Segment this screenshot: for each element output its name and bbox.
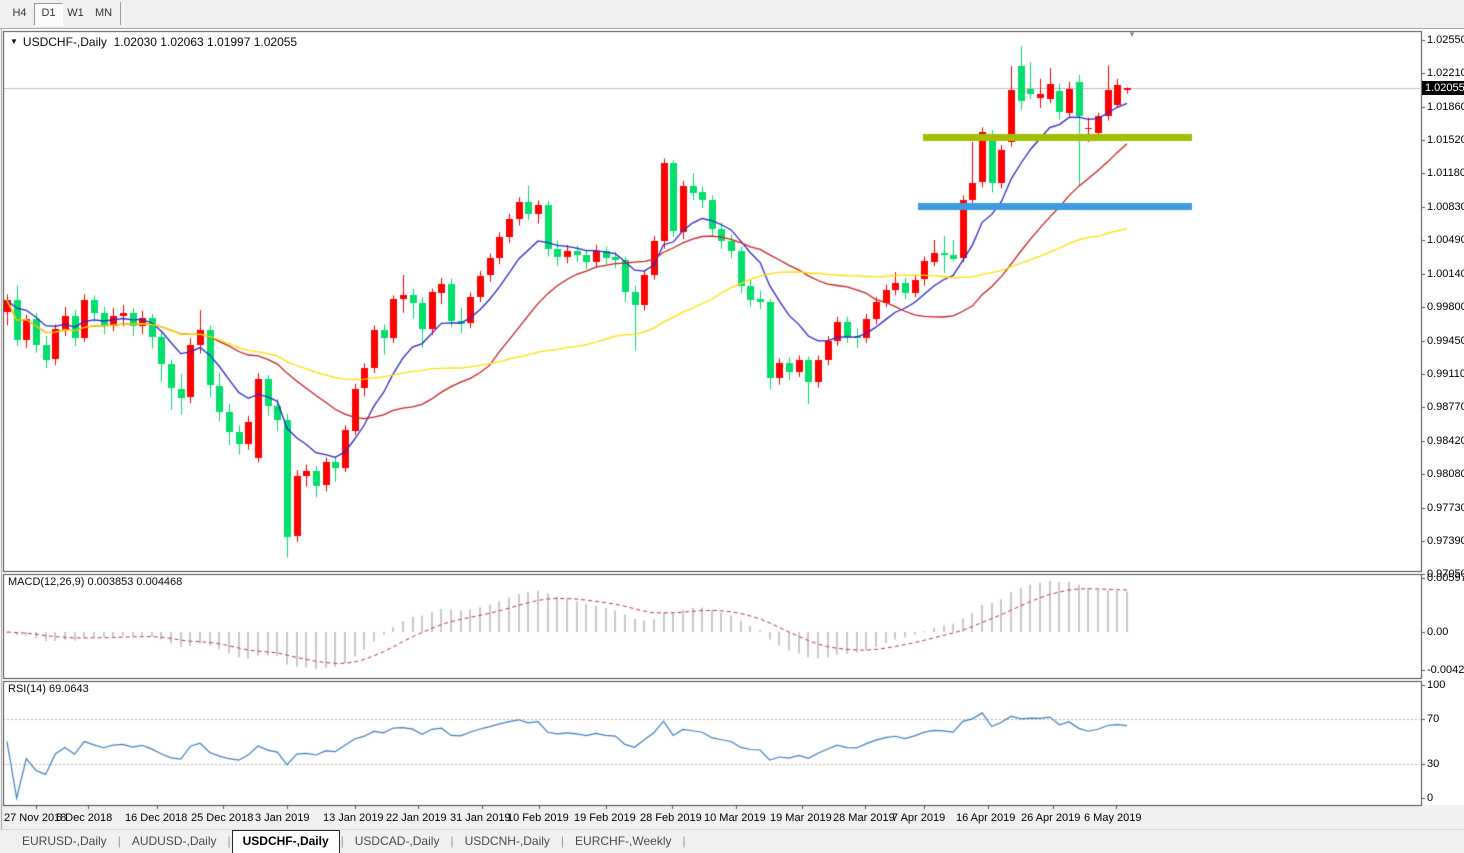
chart-header[interactable]: ▼ USDCHF-,Daily 1.02030 1.02063 1.01997 1… — [10, 35, 297, 49]
price-axis-label: 1.00140 — [1427, 267, 1464, 280]
rsi-axis-label: 70 — [1427, 712, 1440, 725]
tab-usdchf[interactable]: USDCHF-,Daily — [231, 830, 340, 853]
price-axis-label: 0.99800 — [1427, 300, 1464, 313]
chart-shift-icon[interactable]: ▼ — [1128, 30, 1136, 39]
tab-separator: | — [227, 834, 231, 848]
price-axis-label: 1.01180 — [1427, 167, 1464, 179]
date-axis-label: 31 Jan 2019 — [450, 812, 511, 824]
price-axis-label: 0.97730 — [1427, 501, 1464, 514]
tab-separator: | — [682, 834, 686, 848]
price-axis-label: 1.01520 — [1427, 134, 1464, 146]
chart-tabs: EURUSD-,Daily | AUDUSD-,Daily | USDCHF-,Dail… — [12, 830, 687, 853]
rsi-label: RSI(14) 69.0643 — [8, 683, 89, 695]
timeframe-button-mn[interactable]: MN — [90, 3, 117, 24]
mt4-chart-window: H4 D1 W1 MN ▼ USDCHF-,Daily 1.02030 1.02063 … — [0, 0, 1464, 853]
tab-separator: | — [560, 834, 565, 848]
date-axis-label: 10 Mar 2019 — [704, 812, 766, 824]
timeframe-toolbar: H4 D1 W1 MN — [0, 0, 1464, 29]
rsi-axis-label: 30 — [1427, 758, 1440, 771]
date-axis-label: 28 Feb 2019 — [640, 812, 702, 824]
date-axis-label: 13 Jan 2019 — [323, 812, 384, 824]
date-axis-label: 6 May 2019 — [1084, 812, 1142, 824]
date-axis-label: 3 Jan 2019 — [255, 812, 310, 824]
tab-separator: | — [450, 834, 454, 848]
date-axis-label: 16 Dec 2018 — [125, 812, 188, 824]
date-axis-label: 22 Jan 2019 — [386, 812, 447, 824]
date-axis-label: 19 Feb 2019 — [574, 812, 636, 824]
date-axis-label: 7 Apr 2019 — [892, 812, 946, 824]
current-price-badge: 1.02055 — [1422, 81, 1464, 95]
date-axis-label: 6 Dec 2018 — [56, 812, 113, 824]
timeframe-button-h4[interactable]: H4 — [6, 3, 33, 24]
price-axis-label: 1.01860 — [1427, 100, 1464, 113]
macd-axis-label: -0.004243 — [1427, 664, 1464, 677]
macd-label: MACD(12,26,9) 0.003853 0.004468 — [8, 576, 183, 588]
price-axis-label: 0.98080 — [1427, 467, 1464, 480]
tab-eurchf[interactable]: EURCHF-,Weekly — [565, 830, 681, 853]
tab-audusd[interactable]: AUDUSD-,Daily — [122, 830, 227, 853]
symbol-dropdown-icon[interactable]: ▼ — [10, 37, 18, 46]
rsi-axis-label: 0 — [1427, 792, 1434, 805]
tab-separator: | — [340, 834, 344, 848]
timeframe-button-d1[interactable]: D1 — [34, 3, 63, 26]
price-axis-label: 0.99450 — [1427, 334, 1464, 347]
date-axis-label: 16 Apr 2019 — [956, 812, 1016, 824]
timeframe-button-w1[interactable]: W1 — [62, 3, 89, 24]
date-axis-label: 28 Mar 2019 — [833, 812, 895, 824]
tab-eurusd[interactable]: EURUSD-,Daily — [12, 830, 117, 853]
price-axis-label: 0.98420 — [1427, 434, 1464, 447]
chart-canvas[interactable] — [0, 0, 1464, 853]
symbol-title: USDCHF-,Daily — [22, 35, 107, 49]
tab-usdcnh[interactable]: USDCNH-,Daily — [455, 830, 560, 853]
price-axis-label: 0.97390 — [1427, 534, 1464, 547]
macd-axis-label: 0.00 — [1427, 626, 1449, 638]
price-axis-label: 1.00830 — [1427, 200, 1464, 213]
toolbar-separator — [120, 2, 124, 25]
price-axis-label: 0.99110 — [1427, 367, 1464, 380]
ohlc-values: 1.02030 1.02063 1.01997 1.02055 — [113, 35, 298, 49]
tab-separator: | — [117, 834, 121, 848]
price-axis-label: 1.02210 — [1427, 67, 1464, 79]
price-axis-label: 1.00490 — [1427, 234, 1464, 246]
date-axis-label: 10 Feb 2019 — [507, 812, 569, 824]
price-axis-label: 1.02550 — [1427, 34, 1464, 46]
date-axis-label: 26 Apr 2019 — [1021, 812, 1081, 824]
tab-usdcad[interactable]: USDCAD-,Daily — [345, 830, 450, 853]
price-axis-label: 0.98770 — [1427, 401, 1464, 413]
chart-tab-bar: EURUSD-,Daily | AUDUSD-,Daily | USDCHF-,Dail… — [0, 829, 1464, 853]
date-axis-label: 25 Dec 2018 — [191, 812, 254, 824]
macd-axis-label: 0.00597 — [1427, 572, 1464, 584]
rsi-axis-label: 100 — [1427, 679, 1446, 691]
date-axis-label: 19 Mar 2019 — [770, 812, 832, 824]
